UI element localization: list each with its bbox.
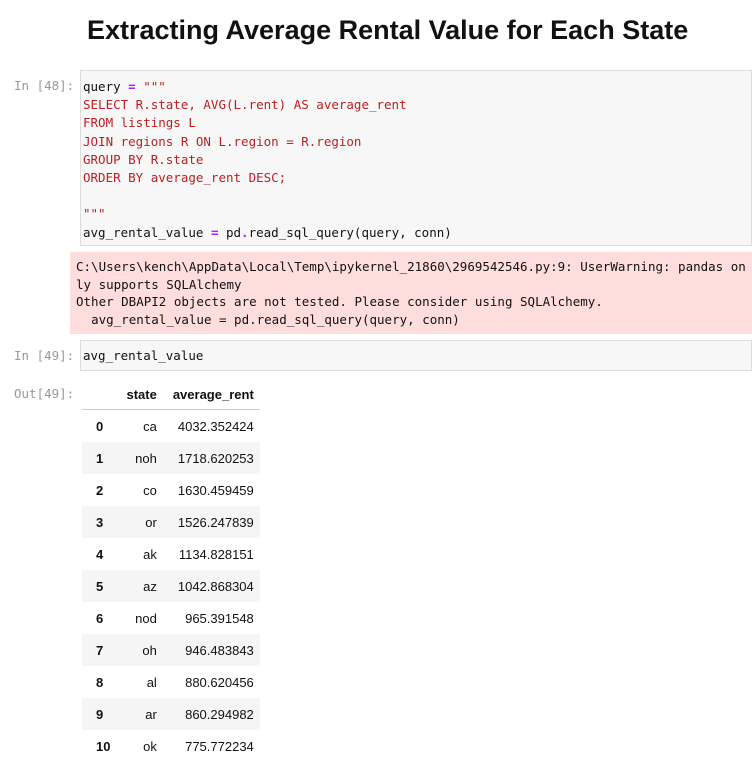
table-row: 4 ak 1134.828151	[82, 538, 260, 570]
average-rent-cell: 1630.459459	[177, 482, 254, 498]
average-rent-cell: 880.620456	[185, 674, 254, 690]
cell-48-prompt: In [48]:	[14, 78, 75, 93]
state-cell: nod	[135, 610, 157, 626]
row-index: 9	[82, 698, 117, 730]
code-line: """	[83, 206, 106, 222]
table-row: 6 nod 965.391548	[82, 602, 260, 634]
average-rent-cell: 946.483843	[162, 634, 260, 666]
state-cell: ca	[143, 418, 157, 434]
section-title: Extracting Average Rental Value for Each…	[87, 15, 689, 45]
row-index: 1	[82, 442, 117, 474]
table-row: 10 ok 775.772234	[82, 730, 260, 762]
table-row: 3 or 1526.247839	[82, 506, 260, 538]
state-cell: oh	[116, 634, 163, 666]
state-cell: ar	[116, 698, 163, 730]
code-line: SELECT R.state, AVG(L.rent) AS average_r…	[83, 97, 407, 113]
warning-output: C:\Users\kench\AppData\Local\Temp\ipyker…	[70, 252, 752, 334]
warning-line: C:\Users\kench\AppData\Local\Temp\ipyker…	[76, 259, 746, 292]
code-line: GROUP BY R.state	[83, 151, 204, 167]
row-index: 7	[82, 634, 117, 666]
row-index: 5	[82, 570, 117, 602]
average-rent-cell: 965.391548	[185, 610, 254, 626]
state-cell: noh	[116, 442, 163, 474]
code-token: read_sql_query(query, conn)	[248, 224, 452, 240]
code-token: """	[135, 79, 166, 94]
dataframe-table: state average_rent 0 ca 4032.352424 1 noh 171…	[82, 379, 260, 762]
code-token: pd	[218, 224, 242, 240]
code-line: FROM listings L	[83, 115, 196, 131]
table-row: 1 noh 1718.620253	[82, 442, 260, 474]
code-cell-49[interactable]: avg_rental_value	[80, 340, 752, 371]
cell-49-prompt: In [49]:	[14, 348, 75, 363]
column-header: state	[116, 379, 163, 410]
row-index: 10	[96, 738, 111, 754]
row-index: 6	[96, 610, 104, 626]
table-row: 7 oh 946.483843	[82, 634, 260, 666]
state-cell: co	[143, 482, 157, 498]
table-row: 5 az 1042.868304	[82, 570, 260, 602]
code-line: JOIN regions R ON L.region = R.region	[83, 133, 362, 149]
table-row: 0 ca 4032.352424	[82, 410, 260, 443]
average-rent-cell: 1526.247839	[162, 506, 260, 538]
row-index: 2	[96, 482, 104, 498]
table-row: 8 al 880.620456	[82, 666, 260, 698]
warning-line: Other DBAPI2 objects are not tested. Ple…	[76, 294, 603, 309]
average-rent-cell: 1042.868304	[162, 570, 260, 602]
table-header-row: state average_rent	[82, 379, 260, 410]
average-rent-cell: 1134.828151	[178, 546, 254, 562]
code-editor[interactable]: avg_rental_value	[81, 341, 751, 365]
code-editor[interactable]: query = """ SELECT R.state, AVG(L.rent) …	[81, 71, 751, 242]
table-row: 2 co 1630.459459	[82, 474, 260, 506]
average-rent-cell: 1718.620253	[162, 442, 260, 474]
output-49-prompt: Out[49]:	[14, 386, 75, 401]
average-rent-cell: 860.294982	[162, 698, 260, 730]
code-token: .	[241, 224, 249, 240]
code-token: avg_rental_value	[83, 224, 211, 240]
row-index: 3	[82, 506, 117, 538]
code-token: query	[83, 79, 129, 94]
code-cell-48[interactable]: query = """ SELECT R.state, AVG(L.rent) …	[80, 70, 752, 246]
state-cell: ak	[143, 546, 157, 562]
code-line: ORDER BY average_rent DESC;	[83, 170, 287, 186]
row-index: 4	[96, 546, 104, 562]
state-cell: az	[116, 570, 163, 602]
average-rent-cell: 775.772234	[185, 738, 254, 754]
state-cell: ok	[143, 738, 157, 754]
state-cell: or	[116, 506, 163, 538]
state-cell: al	[146, 674, 157, 690]
column-header: average_rent	[162, 379, 260, 410]
row-index: 0	[96, 418, 104, 434]
warning-line: avg_rental_value = pd.read_sql_query(que…	[76, 311, 460, 327]
average-rent-cell: 4032.352424	[177, 418, 254, 434]
row-index: 8	[96, 674, 104, 690]
code-token: =	[128, 79, 136, 94]
column-header	[82, 379, 117, 410]
table-row: 9 ar 860.294982	[82, 698, 260, 730]
